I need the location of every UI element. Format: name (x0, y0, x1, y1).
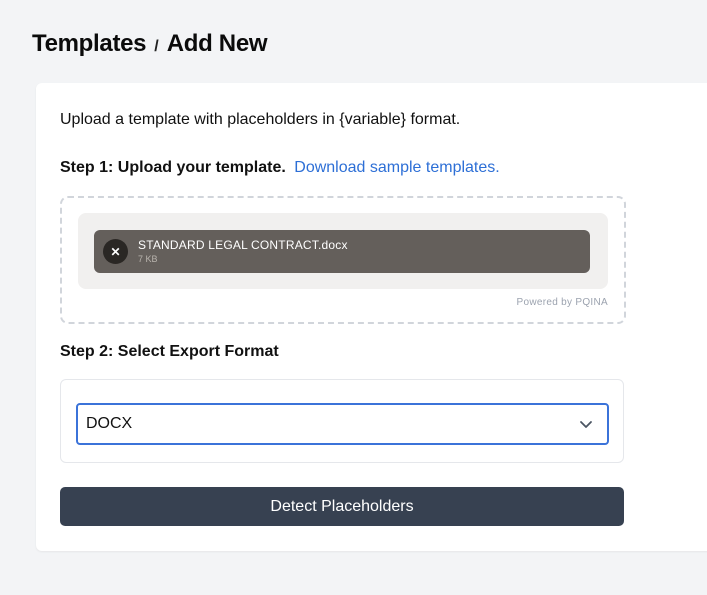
breadcrumb-templates[interactable]: Templates (32, 30, 147, 58)
chevron-down-icon (580, 421, 592, 428)
step1-heading: Step 1: Upload your template. Download s… (60, 159, 500, 177)
page-title: Add New (166, 30, 268, 57)
export-format-select[interactable]: DOCX (76, 403, 609, 445)
remove-file-button[interactable]: ✕ (103, 239, 128, 264)
detect-placeholders-button[interactable]: Detect Placeholders (60, 487, 624, 526)
close-icon: ✕ (110, 244, 121, 259)
breadcrumb: Templates / Add New (32, 30, 268, 58)
intro-text: Upload a template with placeholders in {… (60, 111, 461, 128)
step1-label: Step 1: Upload your template. (60, 159, 286, 176)
file-dropzone[interactable]: ✕ STANDARD LEGAL CONTRACT.docx 7 KB Powe… (60, 196, 626, 324)
file-size: 7 KB (138, 254, 158, 264)
powered-by-credit[interactable]: Powered by PQINA (516, 297, 608, 308)
export-format-value: DOCX (86, 415, 133, 432)
download-samples-link[interactable]: Download sample templates. (294, 159, 499, 176)
export-format-container: DOCX (60, 379, 624, 463)
breadcrumb-separator: / (154, 38, 159, 55)
file-list: ✕ STANDARD LEGAL CONTRACT.docx 7 KB (78, 213, 608, 289)
step2-label: Step 2: Select Export Format (60, 343, 279, 360)
file-name: STANDARD LEGAL CONTRACT.docx (138, 238, 348, 252)
template-upload-card: Upload a template with placeholders in {… (36, 83, 707, 551)
uploaded-file-item: ✕ STANDARD LEGAL CONTRACT.docx 7 KB (94, 230, 590, 273)
